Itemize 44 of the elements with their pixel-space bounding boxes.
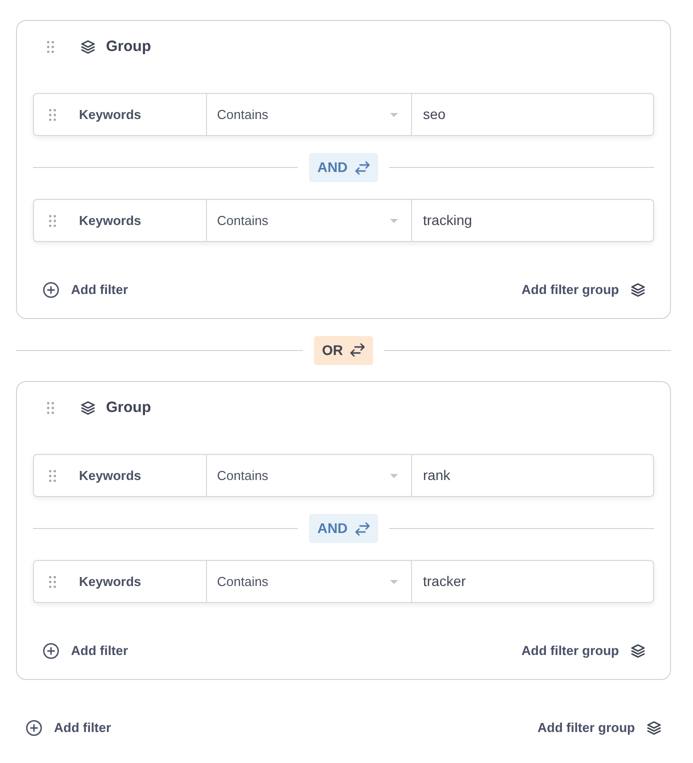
add-filter-button[interactable]: Add filter <box>43 641 128 661</box>
field-name: Keywords <box>79 466 142 485</box>
logic-toggle-button[interactable]: AND <box>309 514 378 543</box>
swap-arrows-icon <box>350 343 365 357</box>
field-name: Keywords <box>79 212 142 230</box>
add-filter-button[interactable]: Add filter <box>26 718 112 738</box>
plus-circle-icon <box>26 720 42 736</box>
drag-handle-icon[interactable] <box>49 470 56 482</box>
logic-toggle-button[interactable]: AND <box>309 153 378 182</box>
add-filter-group-button[interactable]: Add filter group <box>522 641 645 661</box>
add-filter-group-button[interactable]: Add filter group <box>538 718 661 738</box>
drag-handle-icon[interactable] <box>49 576 56 588</box>
layers-icon <box>631 283 645 297</box>
add-filter-button[interactable]: Add filter <box>43 280 128 300</box>
field-name: Keywords <box>79 106 142 124</box>
field-name: Keywords <box>79 572 142 591</box>
operator-select[interactable]: Contains <box>206 94 411 135</box>
layers-icon <box>81 40 95 54</box>
drag-handle-icon[interactable] <box>47 402 54 414</box>
drag-handle-icon[interactable] <box>49 214 56 226</box>
value-input[interactable]: rank <box>411 455 653 496</box>
caret-icon <box>390 580 398 584</box>
value-input[interactable]: seo <box>411 94 653 135</box>
caret-icon <box>390 112 398 116</box>
plus-circle-icon <box>43 282 59 298</box>
value-input[interactable]: tracker <box>411 561 653 602</box>
operator-select[interactable]: Contains <box>206 561 411 602</box>
caret-icon <box>390 474 398 478</box>
layers-icon <box>631 644 645 658</box>
operator-select[interactable]: Contains <box>206 455 411 496</box>
value-input[interactable]: tracking <box>411 200 653 241</box>
swap-arrows-icon <box>354 522 370 536</box>
group-title: Group <box>106 398 151 418</box>
drag-handle-icon[interactable] <box>47 41 54 53</box>
drag-handle-icon[interactable] <box>49 108 56 120</box>
swap-arrows-icon <box>354 160 370 174</box>
add-filter-group-button[interactable]: Add filter group <box>522 280 645 300</box>
logic-toggle-button[interactable]: OR <box>314 336 373 364</box>
caret-icon <box>390 218 398 222</box>
layers-icon <box>81 401 95 415</box>
operator-select[interactable]: Contains <box>206 200 411 241</box>
group-title: Group <box>106 36 151 57</box>
layers-icon <box>647 721 661 735</box>
plus-circle-icon <box>43 643 59 659</box>
